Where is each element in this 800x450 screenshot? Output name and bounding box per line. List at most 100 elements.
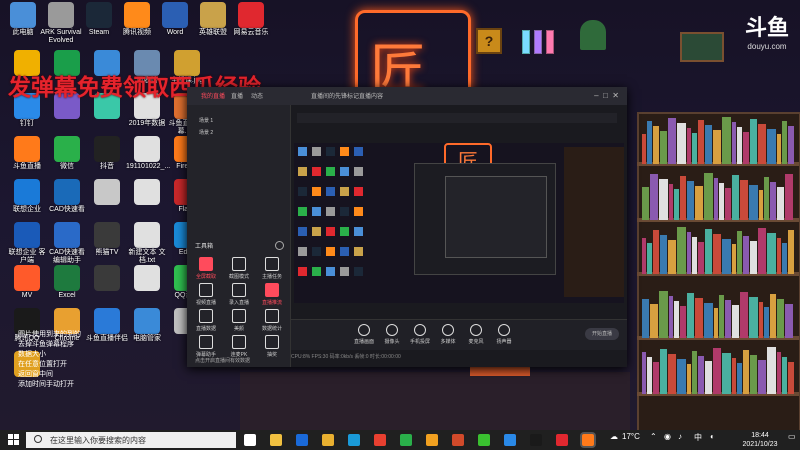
tool-button[interactable]: 全屏截取 [191, 257, 221, 280]
book [732, 175, 739, 220]
desktop-icon[interactable] [86, 265, 128, 292]
desktop-icon[interactable] [86, 179, 128, 206]
tab-my-live[interactable]: 我的直播 [201, 91, 225, 100]
tool-label: 全屏截取 [195, 274, 216, 280]
tool-button[interactable]: 弹幕助手 [191, 335, 221, 358]
desktop-icon-label: 新建文本 文档.txt [128, 249, 166, 264]
source-button[interactable]: 手机投屏 [407, 324, 433, 345]
source-button[interactable]: 摄像头 [379, 324, 405, 345]
book [737, 231, 742, 274]
network-icon[interactable]: ◉ [664, 432, 671, 441]
desktop-icon[interactable]: ARK Survival Evolved [40, 2, 82, 45]
desktop-icon[interactable]: Excel [46, 265, 88, 300]
desktop-icon[interactable]: CAD快速看 [46, 179, 88, 214]
overlay-text: 图片使用到来的到的 去掉斗鱼弹幕程序 数据大小 在任意位置打开 返回窗中间 添加… [18, 330, 118, 390]
stream-preview[interactable]: 匠 [294, 143, 624, 303]
windows-start-icon[interactable] [8, 434, 20, 446]
maximize-icon[interactable]: □ [603, 91, 608, 100]
minimize-icon[interactable]: – [594, 91, 598, 100]
desktop-icon[interactable]: 英雄联盟 [192, 2, 234, 37]
tool-icon [265, 283, 279, 297]
tool-button[interactable]: 主播任务 [257, 257, 287, 280]
weather-text[interactable]: 17°C [622, 432, 640, 441]
tool-button[interactable]: 抽奖 [257, 335, 287, 358]
desktop-icon[interactable]: 腾讯视频 [116, 2, 158, 37]
tool-button[interactable]: 截图模式 [224, 257, 254, 280]
lenovo-icon[interactable] [296, 434, 308, 446]
tab-live[interactable]: 直播 [231, 91, 243, 100]
desktop-icon-label: 电脑管家 [133, 335, 161, 342]
desktop-icon-label: 腾讯视频 [123, 29, 151, 36]
book [750, 119, 757, 164]
taskbar-clock[interactable]: 18:44 2021/10/23 [737, 431, 783, 449]
book [737, 127, 742, 164]
source-icon [470, 324, 482, 336]
desktop-icon[interactable]: Word [154, 2, 196, 37]
start-live-button[interactable]: 开始直播 [585, 328, 619, 340]
book [785, 304, 793, 338]
close-icon[interactable]: ✕ [612, 91, 619, 100]
desktop-icon[interactable]: MV [6, 265, 48, 300]
douyu-live-companion-window[interactable]: 我的直播 直播 动态 直播间的先锋标记直播内容 – □ ✕ 场景 1 场景 2 … [187, 87, 627, 367]
ime-mode-icon[interactable]: ◐ [710, 432, 715, 441]
tab-dynamic[interactable]: 动态 [251, 91, 263, 100]
file-explorer-icon[interactable] [270, 434, 282, 446]
source-button[interactable]: 直播画面 [351, 324, 377, 345]
desktop-icon[interactable]: 联想企业 [6, 179, 48, 214]
tool-button[interactable]: 连麦PK [224, 335, 254, 358]
edge-icon[interactable] [348, 434, 360, 446]
tool-icon [232, 257, 246, 271]
desktop-icon[interactable]: 新建文本 文档.txt [126, 222, 168, 265]
book [713, 348, 721, 394]
desktop-icon[interactable]: 191101022_... [126, 136, 170, 171]
window-titlebar[interactable]: 我的直播 直播 动态 直播间的先锋标记直播内容 – □ ✕ [187, 87, 627, 105]
source-button[interactable]: 多媒体 [435, 324, 461, 345]
ime-lang[interactable]: 中 [694, 432, 702, 443]
tool-button[interactable]: 录入直播 [224, 283, 254, 306]
desktop-icon[interactable]: 网易云音乐 [230, 2, 272, 37]
toolbox-collapse-icon[interactable] [275, 241, 284, 250]
tool-button[interactable]: 数据统计 [257, 309, 287, 332]
window-controls[interactable]: – □ ✕ [594, 91, 619, 100]
task-view-icon[interactable] [244, 434, 256, 446]
desktop-icon[interactable]: 斗鱼直播 [6, 136, 48, 171]
tencent-video-icon[interactable] [504, 434, 516, 446]
notification-icon[interactable]: ▭ [788, 432, 796, 441]
taskbar-search-input[interactable]: 在这里输入你要搜索的内容 [26, 432, 236, 448]
ppt-icon[interactable] [452, 434, 464, 446]
desktop-icon[interactable]: 此电脑 [2, 2, 44, 37]
douyu-icon[interactable] [582, 434, 594, 446]
source-button[interactable]: 麦克风 [463, 324, 489, 345]
desktop-icon[interactable]: 联想企业 客户端 [6, 222, 48, 265]
cloud-icon[interactable]: ☁ [610, 432, 618, 441]
desktop-icon[interactable]: 熊猫TV [86, 222, 128, 257]
tool-button[interactable]: 视频直播 [191, 283, 221, 306]
app-icon [86, 2, 112, 28]
desktop-icon[interactable] [126, 179, 168, 206]
scene-item[interactable]: 场景 1 [199, 117, 213, 124]
desktop-icon[interactable]: 电脑管家 [126, 308, 168, 343]
tool-label: 数据统计 [261, 326, 282, 332]
folder-icon[interactable] [322, 434, 334, 446]
preview-icon [354, 267, 363, 276]
qq-browser-icon[interactable] [426, 434, 438, 446]
app-icon [48, 2, 74, 28]
source-button[interactable]: 扬声器 [491, 324, 517, 345]
desktop-icon[interactable]: CAD快速看 编辑助手 [46, 222, 88, 265]
desktop-icon[interactable] [126, 265, 168, 292]
scene-item[interactable]: 场景 2 [199, 129, 213, 136]
desktop-icon[interactable]: Steam [78, 2, 120, 37]
iqiyi-icon[interactable] [478, 434, 490, 446]
tool-button[interactable]: 直播数据 [191, 309, 221, 332]
tool-button[interactable]: 美颜 [224, 309, 254, 332]
volume-icon[interactable]: ♪ [678, 432, 682, 441]
desktop-icon[interactable]: 微信 [46, 136, 88, 171]
tool-button[interactable]: 直播推流 [257, 283, 287, 306]
chrome-icon[interactable] [374, 434, 386, 446]
netease-music-icon[interactable] [556, 434, 568, 446]
wechat-icon[interactable] [400, 434, 412, 446]
desktop-icon[interactable]: 抖音 [86, 136, 128, 171]
app-icon [94, 179, 120, 205]
qq-icon[interactable] [530, 434, 542, 446]
tray-up-icon[interactable]: ⌃ [650, 432, 657, 441]
